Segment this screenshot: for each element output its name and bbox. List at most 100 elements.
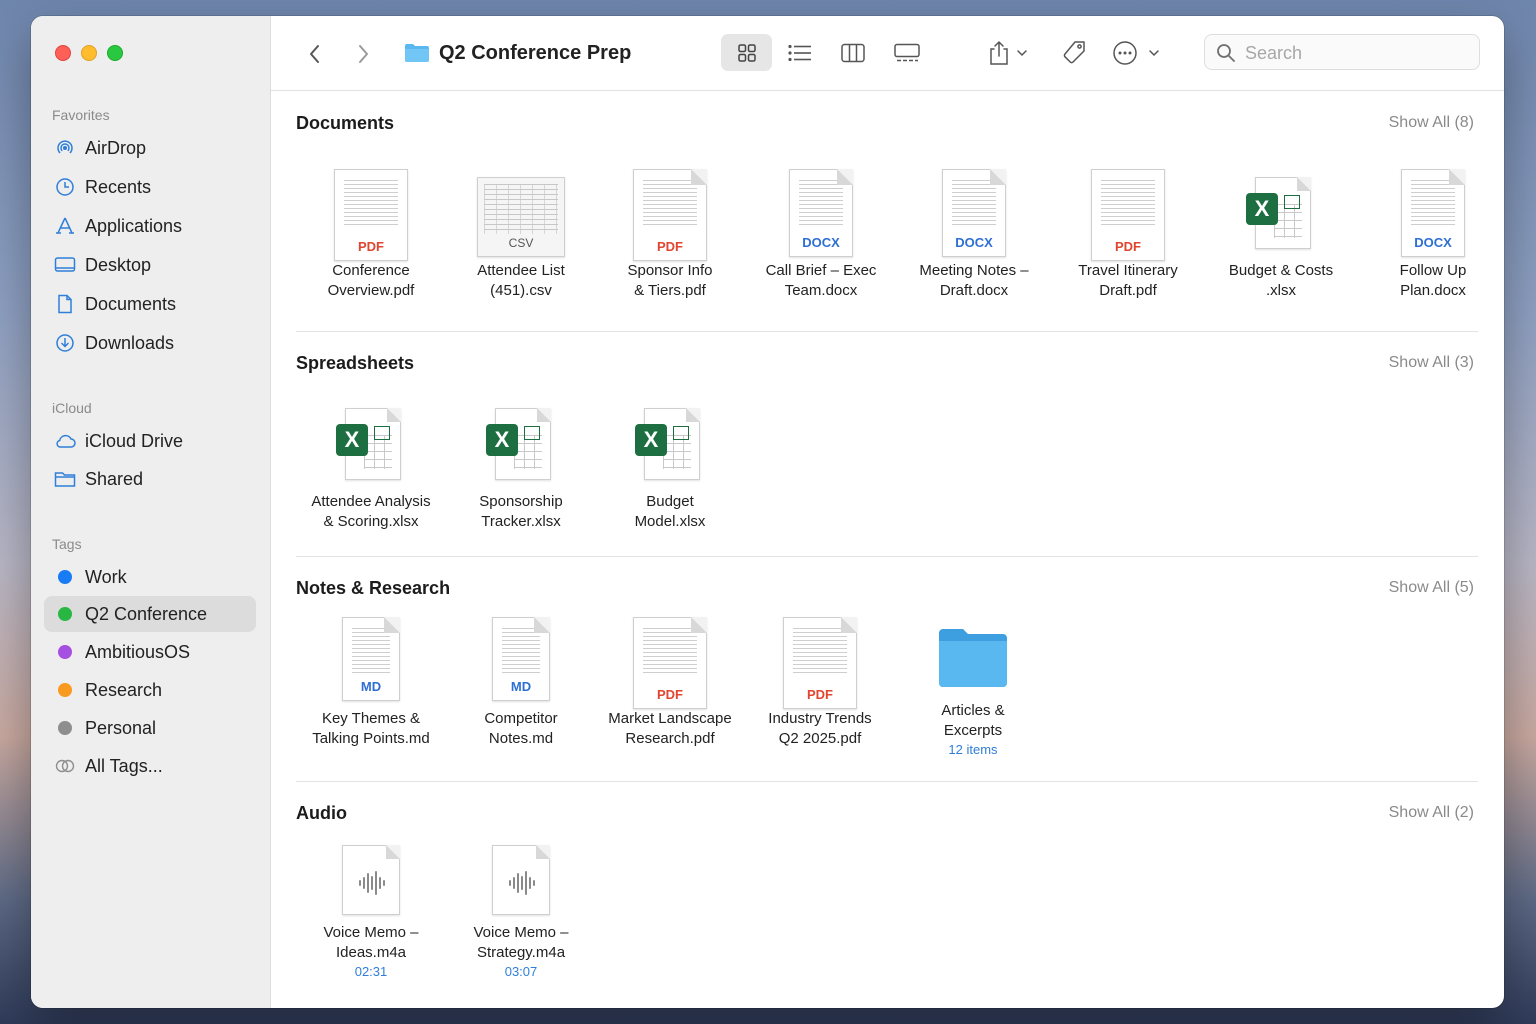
sidebar-item-desktop[interactable]: Desktop — [44, 247, 256, 283]
tag-color-dot — [58, 570, 72, 584]
md-file-icon: MD — [342, 617, 400, 701]
document-icon — [54, 293, 76, 315]
file-item[interactable]: DOCX Call Brief – Exec Team.docx — [746, 161, 896, 301]
window-controls — [55, 45, 123, 61]
folder-item[interactable]: Articles & Excerpts 12 items — [898, 609, 1048, 759]
file-name-line: Sponsor Info — [627, 262, 713, 279]
pdf-file-icon: PDF — [633, 617, 707, 709]
sidebar-item-label: Applications — [85, 215, 183, 236]
sidebar-item-airdrop[interactable]: AirDrop — [44, 130, 256, 166]
zoom-window-button[interactable] — [107, 45, 123, 61]
tag-button[interactable] — [1054, 34, 1094, 71]
file-item[interactable]: PDF Market Landscape Research.pdf — [595, 609, 745, 749]
sidebar-item-label: Downloads — [85, 332, 175, 353]
pdf-file-icon: PDF — [783, 617, 857, 709]
search-field[interactable] — [1204, 34, 1480, 70]
shared-folder-icon — [54, 468, 76, 490]
file-name-line: Competitor — [484, 710, 558, 727]
icon-view-button[interactable] — [721, 34, 772, 71]
back-button[interactable] — [301, 40, 329, 68]
sidebar-item-label: iCloud Drive — [85, 430, 184, 451]
file-item[interactable]: DOCX Meeting Notes – Draft.docx — [899, 161, 1049, 301]
file-item[interactable]: CSV Attendee List (451).csv — [446, 161, 596, 301]
file-item[interactable]: X Attendee Analysis & Scoring.xlsx — [296, 392, 446, 532]
file-item[interactable]: Voice Memo – Strategy.m4a 03:07 — [446, 831, 596, 981]
file-icon: X — [1206, 161, 1356, 261]
file-name-line: Talking Points.md — [312, 730, 430, 747]
file-name-line: Draft.docx — [939, 282, 1009, 299]
file-item[interactable]: DOCX Follow Up Plan.docx — [1358, 161, 1504, 301]
show-all-audio-button[interactable]: Show All (2) — [1389, 804, 1474, 822]
divider — [296, 331, 1478, 332]
file-item[interactable]: PDF Sponsor Info & Tiers.pdf — [595, 161, 745, 301]
docx-file-icon: DOCX — [942, 169, 1006, 257]
sidebar-item-applications[interactable]: Applications — [44, 208, 256, 244]
file-item[interactable]: Voice Memo – Ideas.m4a 02:31 — [296, 831, 446, 981]
sidebar-item-documents[interactable]: Documents — [44, 286, 256, 322]
file-item[interactable]: PDF Conference Overview.pdf — [296, 161, 446, 301]
show-all-documents-button[interactable]: Show All (8) — [1389, 114, 1474, 132]
file-icon: PDF — [595, 161, 745, 261]
folder-icon — [404, 42, 430, 64]
sidebar-item-recents[interactable]: Recents — [44, 169, 256, 205]
file-item[interactable]: PDF Industry Trends Q2 2025.pdf — [745, 609, 895, 749]
sidebar-tag-research[interactable]: Research — [44, 672, 256, 708]
show-all-notes-button[interactable]: Show All (5) — [1389, 579, 1474, 597]
file-item[interactable]: MD Competitor Notes.md — [446, 609, 596, 749]
file-icon — [898, 609, 1048, 709]
file-icon: PDF — [1053, 161, 1203, 261]
tag-color-dot — [58, 683, 72, 697]
section-title-spreadsheets: Spreadsheets — [296, 353, 415, 373]
file-name-line: & Scoring.xlsx — [323, 513, 419, 530]
forward-button[interactable] — [349, 40, 377, 68]
pdf-file-icon: PDF — [1091, 169, 1165, 261]
file-type-label: PDF — [657, 239, 683, 254]
file-name-line: Notes.md — [488, 730, 554, 747]
sidebar-tag-q2-conference[interactable]: Q2 Conference — [44, 596, 256, 632]
sidebar-item-label: Q2 Conference — [85, 603, 208, 624]
show-all-spreadsheets-button[interactable]: Show All (3) — [1389, 354, 1474, 372]
sidebar-tag-ambitiousos[interactable]: AmbitiousOS — [44, 634, 256, 670]
grid-icon — [737, 43, 756, 62]
waveform-icon — [509, 871, 535, 895]
sidebar-item-label: Desktop — [85, 254, 152, 275]
applications-icon — [54, 215, 76, 237]
column-view-button[interactable] — [828, 34, 878, 71]
more-actions-button[interactable] — [1109, 34, 1165, 71]
file-item[interactable]: PDF Travel Itinerary Draft.pdf — [1053, 161, 1203, 301]
all-tags-icon — [54, 755, 76, 777]
file-item[interactable]: X Budget & Costs .xlsx — [1206, 161, 1356, 301]
excel-badge: X — [486, 424, 518, 456]
file-type-label: DOCX — [802, 235, 840, 250]
tags-heading: Tags — [52, 536, 82, 552]
search-input[interactable] — [1243, 41, 1467, 65]
file-item[interactable]: X Budget Model.xlsx — [595, 392, 745, 532]
sidebar-item-icloud-drive[interactable]: iCloud Drive — [44, 423, 256, 459]
divider — [296, 556, 1478, 557]
file-name-line: Strategy.m4a — [476, 944, 566, 961]
sidebar-tag-personal[interactable]: Personal — [44, 710, 256, 746]
file-icon: DOCX — [1358, 161, 1504, 261]
list-view-button[interactable] — [775, 34, 825, 71]
file-type-label: PDF — [657, 687, 683, 702]
file-type-label: MD — [510, 679, 532, 694]
sidebar-item-label: All Tags... — [85, 755, 163, 776]
excel-badge: X — [635, 424, 667, 456]
tag-color-dot — [58, 721, 72, 735]
file-name-line: Team.docx — [784, 282, 858, 299]
close-window-button[interactable] — [55, 45, 71, 61]
file-item[interactable]: X Sponsorship Tracker.xlsx — [446, 392, 596, 532]
file-item[interactable]: MD Key Themes & Talking Points.md — [296, 609, 446, 749]
sidebar-tag-work[interactable]: Work — [44, 559, 256, 595]
sidebar-item-all-tags[interactable]: All Tags... — [44, 748, 256, 784]
sidebar-item-downloads[interactable]: Downloads — [44, 325, 256, 361]
share-button[interactable] — [981, 34, 1033, 71]
docx-file-icon: DOCX — [1401, 169, 1465, 257]
main-content: Q2 Conference Prep Search Documents Show… — [271, 16, 1504, 1008]
gallery-view-button[interactable] — [882, 34, 932, 71]
search-icon — [1217, 44, 1235, 62]
minimize-window-button[interactable] — [81, 45, 97, 61]
sidebar-item-shared[interactable]: Shared — [44, 461, 256, 497]
file-name-line: Ideas.m4a — [335, 944, 407, 961]
toolbar: Q2 Conference Prep — [271, 16, 1504, 91]
